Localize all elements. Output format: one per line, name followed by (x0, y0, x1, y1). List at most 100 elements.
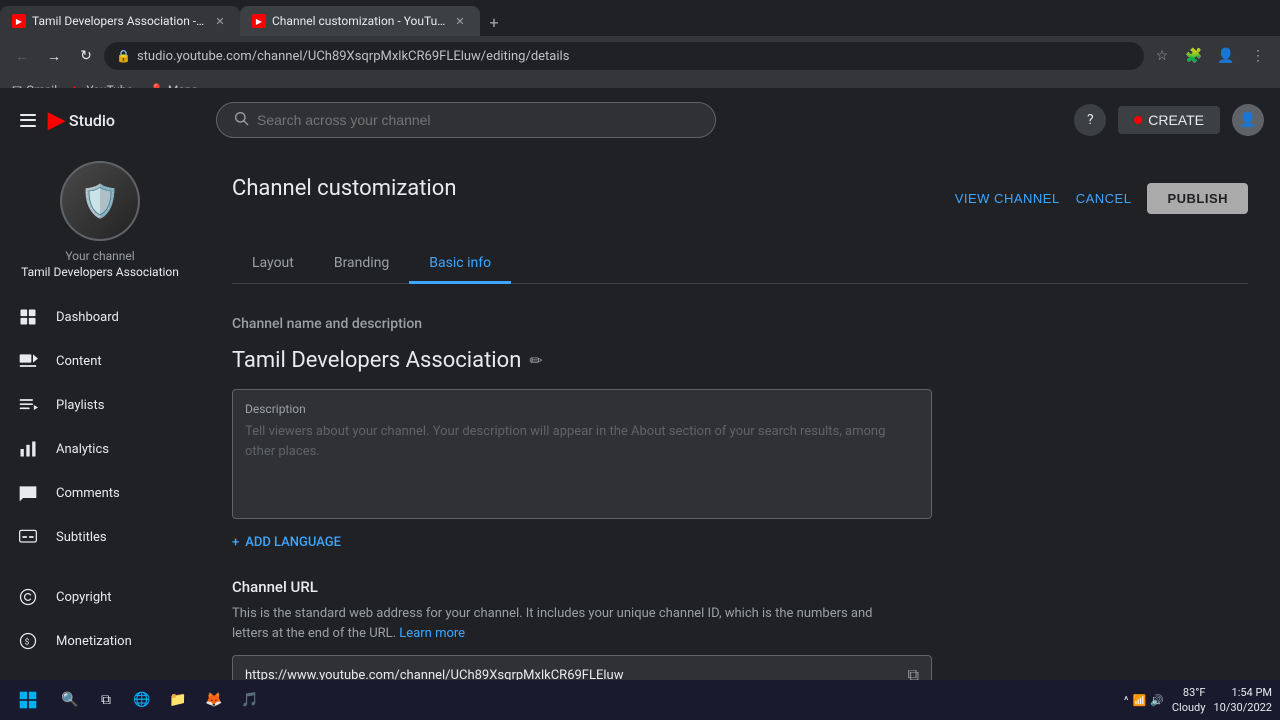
svg-text:$: $ (25, 636, 30, 647)
url-title: Channel URL (232, 578, 1248, 596)
tab-favicon-2: ▶ (252, 14, 266, 28)
create-label: CREATE (1148, 112, 1204, 128)
clock-time: 1:54 PM (1232, 686, 1272, 699)
url-description: This is the standard web address for you… (232, 604, 912, 643)
tab-title-1: Tamil Developers Association - Y... (32, 14, 206, 28)
monetization-icon: $ (16, 629, 40, 653)
tab-branding[interactable]: Branding (314, 245, 409, 284)
reload-button[interactable]: ↻ (72, 42, 100, 70)
bookmark-icon[interactable]: ☆ (1148, 42, 1176, 70)
create-button[interactable]: CREATE (1118, 106, 1220, 134)
add-language-label: ADD LANGUAGE (245, 535, 341, 550)
publish-button[interactable]: PUBLISH (1147, 183, 1248, 214)
subtitles-icon (16, 525, 40, 549)
weather-widget: 83°F Cloudy (1172, 685, 1206, 716)
sidebar-item-subtitles[interactable]: Subtitles (0, 515, 200, 559)
topbar-left (216, 102, 716, 138)
help-icon[interactable]: ? (1074, 104, 1106, 136)
sidebar-channel-name: Tamil Developers Association (21, 265, 179, 279)
search-bar[interactable] (216, 102, 716, 138)
taskbar-explorer-icon[interactable]: 📁 (164, 686, 192, 714)
sidebar-item-analytics[interactable]: Analytics (0, 427, 200, 471)
sidebar-label-monetization: Monetization (56, 634, 132, 649)
taskbar-app1-icon[interactable]: 🦊 (200, 686, 228, 714)
url-field: https://www.youtube.com/channel/UCh89Xsq… (232, 655, 932, 680)
extensions-icon[interactable]: 🧩 (1180, 42, 1208, 70)
network-icon: 📶 (1132, 694, 1146, 707)
content-area: ▶ Studio 🛡️ Your channel Tamil Developer… (0, 88, 1280, 680)
edit-channel-name-icon[interactable]: ✏ (529, 351, 542, 370)
sidebar-label-playlists: Playlists (56, 398, 104, 413)
address-bar[interactable]: 🔒 studio.youtube.com/channel/UCh89XsqrpM… (104, 42, 1144, 70)
add-language-button[interactable]: + ADD LANGUAGE (232, 535, 1248, 550)
sidebar-item-playlists[interactable]: Playlists (0, 383, 200, 427)
browser-nav-right: ☆ 🧩 👤 ⋮ (1148, 42, 1272, 70)
sidebar-label-copyright: Copyright (56, 590, 112, 605)
channel-profile: 🛡️ Your channel Tamil Developers Associa… (0, 145, 200, 295)
analytics-icon (16, 437, 40, 461)
sidebar-item-monetization[interactable]: $ Monetization (0, 619, 200, 663)
volume-icon: 🔊 (1150, 694, 1164, 707)
sidebar-label-analytics: Analytics (56, 442, 109, 457)
add-language-icon: + (232, 535, 239, 550)
sidebar-item-comments[interactable]: Comments (0, 471, 200, 515)
forward-button[interactable]: → (40, 42, 68, 70)
app-container: ▶ Tamil Developers Association - Y... ✕ … (0, 0, 1280, 720)
sidebar-logo[interactable]: ▶ Studio (0, 96, 200, 145)
dashboard-icon (16, 305, 40, 329)
hamburger-menu[interactable] (16, 109, 40, 133)
tab-title-2: Channel customization - YouTu... (272, 14, 446, 28)
copy-url-icon[interactable]: ⧉ (908, 665, 919, 680)
learn-more-link[interactable]: Learn more (399, 626, 465, 641)
channel-name-display: Tamil Developers Association ✏ (232, 348, 1248, 373)
tab-basic-info[interactable]: Basic info (409, 245, 511, 284)
weather-temp: 83°F (1183, 686, 1206, 699)
search-input[interactable] (257, 112, 699, 128)
menu-icon[interactable]: ⋮ (1244, 42, 1272, 70)
taskbar-app2-icon[interactable]: 🎵 (236, 686, 264, 714)
topbar: ? CREATE 👤 (200, 88, 1280, 152)
windows-start-button[interactable] (8, 680, 48, 720)
view-channel-button[interactable]: VIEW CHANNEL (955, 191, 1060, 206)
url-section: Channel URL This is the standard web add… (232, 578, 1248, 680)
profile-icon[interactable]: 👤 (1212, 42, 1240, 70)
avatar[interactable]: 🛡️ (60, 161, 140, 241)
browser-tab-2[interactable]: ▶ Channel customization - YouTu... ✕ (240, 6, 480, 36)
browser-tab-1[interactable]: ▶ Tamil Developers Association - Y... ✕ (0, 6, 240, 36)
create-dot (1134, 116, 1142, 124)
description-box[interactable]: Description Tell viewers about your chan… (232, 389, 932, 519)
action-buttons: VIEW CHANNEL CANCEL PUBLISH (955, 183, 1248, 214)
tab-favicon-1: ▶ (12, 14, 26, 28)
your-channel-label: Your channel (65, 249, 134, 263)
yt-studio-logo: ▶ Studio (48, 108, 115, 133)
tab-layout[interactable]: Layout (232, 245, 314, 284)
taskbar-taskview-icon[interactable]: ⧉ (92, 686, 120, 714)
sidebar: ▶ Studio 🛡️ Your channel Tamil Developer… (0, 88, 200, 680)
content-icon (16, 349, 40, 373)
taskbar-edge-icon[interactable]: 🌐 (128, 686, 156, 714)
weather-condition: Cloudy (1172, 701, 1206, 714)
youtube-logo-icon: ▶ (48, 108, 65, 133)
comments-icon (16, 481, 40, 505)
back-button[interactable]: ← (8, 42, 36, 70)
system-tray: ^ 📶 🔊 (1124, 694, 1164, 707)
lock-icon: 🔒 (116, 49, 131, 63)
sidebar-label-comments: Comments (56, 486, 120, 501)
sidebar-item-dashboard[interactable]: Dashboard (0, 295, 200, 339)
tab-close-2[interactable]: ✕ (452, 13, 468, 29)
sidebar-item-copyright[interactable]: Copyright (0, 575, 200, 619)
sidebar-label-dashboard: Dashboard (56, 310, 119, 325)
user-avatar[interactable]: 👤 (1232, 104, 1264, 136)
playlists-icon (16, 393, 40, 417)
taskbar-search-icon[interactable]: 🔍 (56, 686, 84, 714)
main-content: Channel customization VIEW CHANNEL CANCE… (200, 152, 1280, 680)
main-header: Channel customization VIEW CHANNEL CANCE… (232, 176, 1248, 221)
tab-close-1[interactable]: ✕ (212, 13, 228, 29)
sidebar-label-subtitles: Subtitles (56, 530, 107, 545)
cancel-button[interactable]: CANCEL (1076, 191, 1132, 206)
address-text: studio.youtube.com/channel/UCh89XsqrpMxl… (137, 49, 569, 64)
channel-name-text: Tamil Developers Association (232, 348, 521, 373)
new-tab-button[interactable]: + (480, 8, 508, 36)
sidebar-item-content[interactable]: Content (0, 339, 200, 383)
tab-bar: ▶ Tamil Developers Association - Y... ✕ … (0, 0, 1280, 36)
